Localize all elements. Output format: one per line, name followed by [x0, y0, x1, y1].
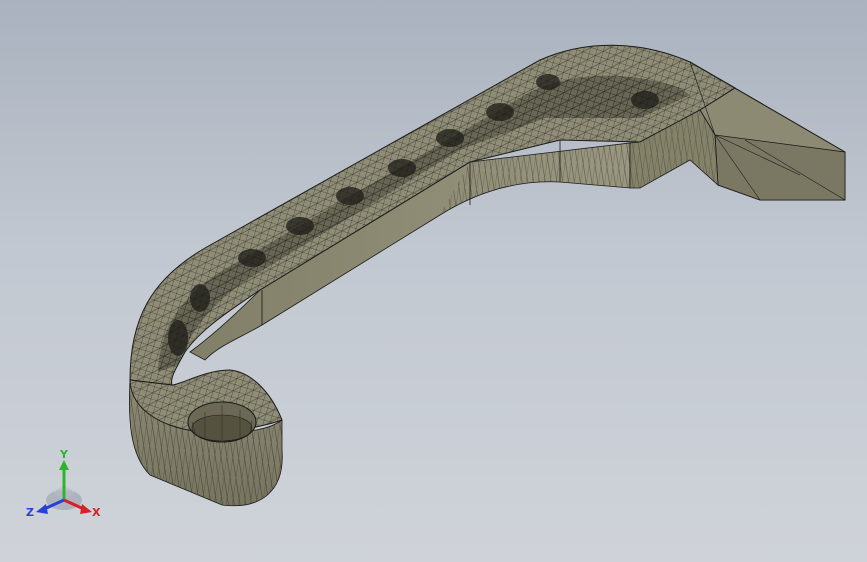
3d-model-view[interactable] — [0, 0, 867, 562]
orientation-triad[interactable]: Y X Z — [22, 448, 106, 524]
graphics-viewport[interactable]: Y X Z — [0, 0, 867, 562]
x-axis-label: X — [92, 506, 101, 519]
y-axis-label: Y — [59, 448, 69, 461]
y-axis-arrow — [59, 460, 69, 470]
x-axis-arrow — [80, 504, 92, 514]
z-axis-arrow — [36, 504, 48, 514]
z-axis-label: Z — [26, 506, 34, 519]
